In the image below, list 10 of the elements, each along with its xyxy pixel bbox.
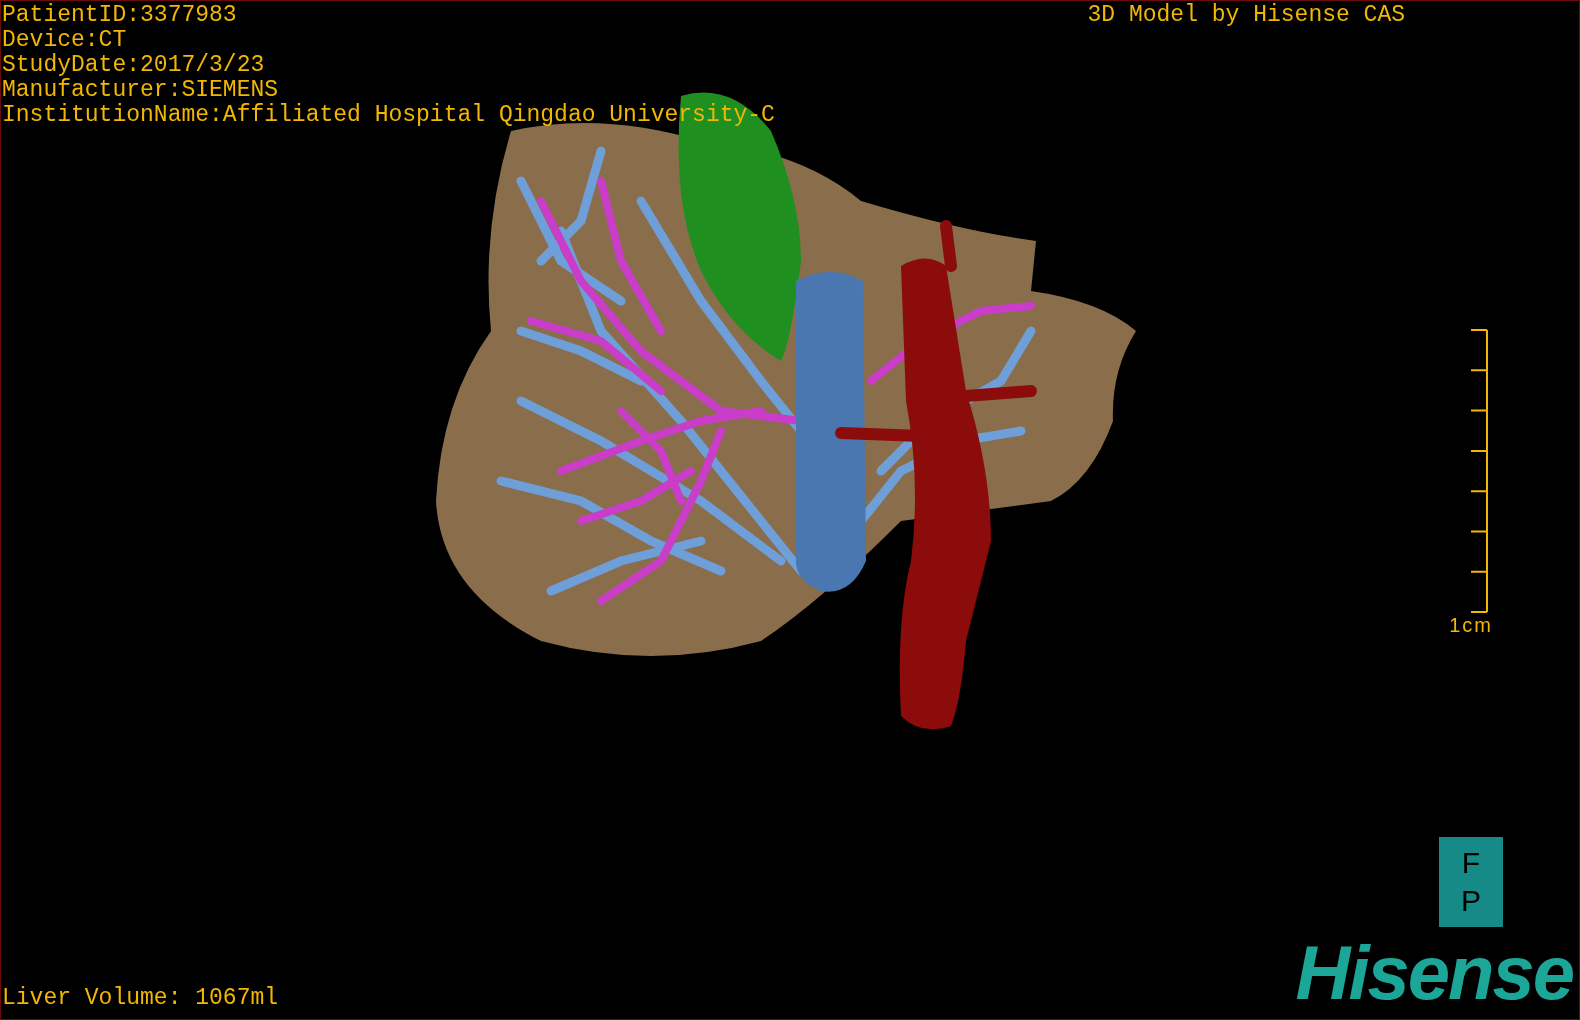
study-info-text: StudyDate:2017/3/23 bbox=[2, 53, 266, 78]
study-info-text: PatientID:3377983 bbox=[2, 3, 238, 28]
study-info-text: Manufacturer:SIEMENS bbox=[2, 78, 280, 103]
header-title: 3D Model by Hisense CAS bbox=[1087, 1, 1406, 28]
scale-label: 1cm bbox=[1449, 612, 1493, 637]
liver-volume-text: Liver Volume: 1067ml bbox=[1, 986, 279, 1013]
orientation-letter: F bbox=[1461, 845, 1481, 881]
study-info-text: Device:CT bbox=[2, 28, 128, 53]
brand-logo: Hisense bbox=[1295, 941, 1574, 1017]
orientation-letter: P bbox=[1461, 883, 1481, 919]
